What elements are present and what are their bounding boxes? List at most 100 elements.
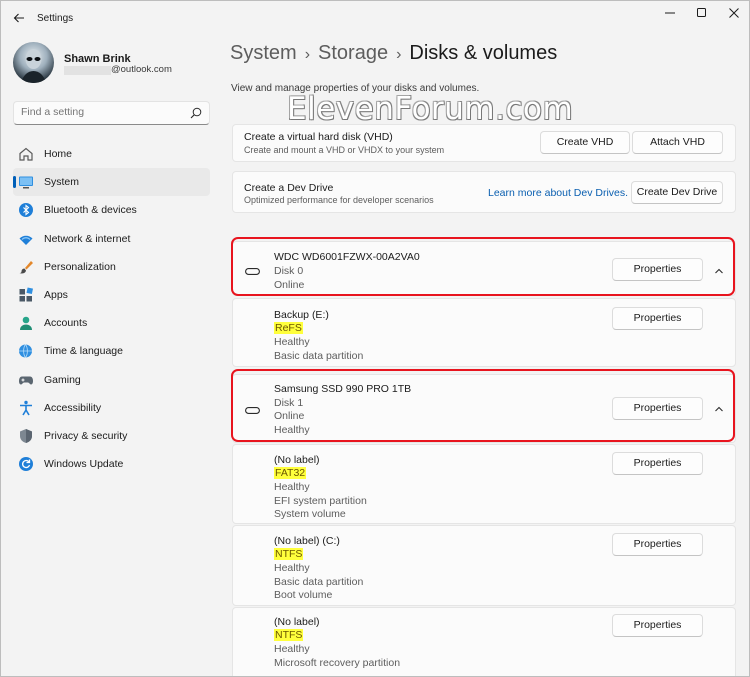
email-redaction: [64, 66, 111, 75]
search-box[interactable]: [13, 101, 210, 125]
volume-filesystem: NTFS: [274, 629, 304, 641]
title-bar: Settings: [1, 1, 749, 35]
maximize-button[interactable]: [685, 5, 719, 21]
bluetooth-icon: [18, 202, 34, 218]
volume-health: Healthy: [274, 336, 310, 348]
volume-type: Basic data partition: [274, 350, 364, 362]
avatar: [13, 42, 54, 83]
breadcrumb: System › Storage › Disks & volumes: [230, 42, 557, 65]
accounts-icon: [18, 315, 34, 331]
sidebar-item-gaming[interactable]: Gaming: [13, 366, 210, 394]
update-icon: [18, 456, 34, 472]
sidebar-item-privacy-security[interactable]: Privacy & security: [13, 422, 210, 450]
sidebar-item-label: Privacy & security: [44, 429, 128, 442]
search-icon[interactable]: [190, 107, 202, 122]
volume-properties-button[interactable]: Properties: [612, 307, 703, 330]
active-indicator: [13, 176, 16, 189]
network-icon: [18, 231, 34, 247]
watermark: ElevenForum.com: [287, 91, 574, 127]
breadcrumb-separator: ›: [304, 46, 311, 63]
sidebar-item-windows-update[interactable]: Windows Update: [13, 450, 210, 478]
sidebar-item-home[interactable]: Home: [13, 140, 210, 168]
gamepad-icon: [18, 372, 34, 388]
back-arrow-icon[interactable]: [12, 11, 26, 25]
minimize-button[interactable]: [653, 5, 687, 21]
filesystem-highlight: FAT32: [274, 467, 307, 479]
sidebar-item-label: Network & internet: [44, 232, 131, 245]
annotation-box-disk-0: [231, 237, 735, 296]
sidebar-item-apps[interactable]: Apps: [13, 281, 210, 309]
vhd-card: Create a virtual hard disk (VHD) Create …: [232, 124, 736, 162]
annotation-box-disk-1: [231, 369, 735, 442]
system-icon: [18, 174, 34, 190]
sidebar-item-label: Time & language: [44, 345, 123, 358]
page-title: Disks & volumes: [409, 42, 558, 64]
sidebar-item-label: Gaming: [44, 373, 81, 386]
volume-label: (No label): [274, 454, 320, 466]
filesystem-highlight: NTFS: [274, 548, 304, 560]
user-email: @outlook.com: [111, 64, 172, 75]
breadcrumb-system[interactable]: System: [230, 42, 297, 64]
volume-health: Healthy: [274, 562, 310, 574]
filesystem-highlight: ReFS: [274, 322, 303, 334]
volume-recovery: (No label) NTFS Healthy Microsoft recove…: [232, 607, 736, 676]
create-vhd-button[interactable]: Create VHD: [540, 131, 630, 154]
volume-properties-button[interactable]: Properties: [612, 614, 703, 637]
volume-filesystem: FAT32: [274, 467, 307, 479]
sidebar-item-accounts[interactable]: Accounts: [13, 309, 210, 337]
sidebar-nav: Home System Bluetooth & devices Network …: [13, 140, 210, 478]
volume-c: (No label) (C:) NTFS Healthy Basic data …: [232, 525, 736, 606]
volume-properties-button[interactable]: Properties: [612, 452, 703, 475]
vhd-subtitle: Create and mount a VHD or VHDX to your s…: [244, 145, 445, 155]
volume-backup-e: Backup (E:) ReFS Healthy Basic data part…: [232, 298, 736, 367]
apps-icon: [18, 287, 34, 303]
sidebar-item-accessibility[interactable]: Accessibility: [13, 394, 210, 422]
volume-role: System volume: [274, 508, 346, 520]
shield-icon: [18, 428, 34, 444]
sidebar-item-label: Bluetooth & devices: [44, 204, 137, 217]
sidebar-item-label: Personalization: [44, 260, 116, 273]
sidebar-item-network[interactable]: Network & internet: [13, 225, 210, 253]
sidebar-item-personalization[interactable]: Personalization: [13, 253, 210, 281]
volume-type: EFI system partition: [274, 495, 367, 507]
learn-more-dev-drives-link[interactable]: Learn more about Dev Drives.: [488, 187, 628, 199]
sidebar-item-label: System: [44, 176, 80, 189]
sidebar-item-label: Accessibility: [44, 401, 102, 414]
app-title: Settings: [37, 13, 74, 24]
sidebar-item-label: Apps: [44, 288, 68, 301]
filesystem-highlight: NTFS: [274, 629, 304, 641]
attach-vhd-button[interactable]: Attach VHD: [632, 131, 723, 154]
volume-type: Microsoft recovery partition: [274, 657, 401, 669]
volume-role: Boot volume: [274, 589, 333, 601]
settings-window: Settings Shawn Brink @outlook.com Find a…: [0, 0, 750, 677]
vhd-title: Create a virtual hard disk (VHD): [244, 131, 393, 143]
globe-clock-icon: [18, 343, 34, 359]
volume-label: (No label): [274, 616, 320, 628]
volume-filesystem: NTFS: [274, 548, 304, 560]
brush-icon: [18, 259, 34, 275]
volume-efi: (No label) FAT32 Healthy EFI system part…: [232, 444, 736, 524]
home-icon: [18, 146, 34, 162]
sidebar-item-bluetooth[interactable]: Bluetooth & devices: [13, 196, 210, 224]
search-input[interactable]: [21, 106, 181, 118]
volume-label: Backup (E:): [274, 309, 329, 321]
volume-health: Healthy: [274, 481, 310, 493]
sidebar-item-system[interactable]: System: [13, 168, 210, 197]
volume-properties-button[interactable]: Properties: [612, 533, 703, 556]
dev-drive-title: Create a Dev Drive: [244, 182, 334, 194]
volume-health: Healthy: [274, 643, 310, 655]
breadcrumb-separator: ›: [396, 46, 402, 63]
sidebar-item-time-language[interactable]: Time & language: [13, 337, 210, 365]
dev-drive-subtitle: Optimized performance for developer scen…: [244, 195, 434, 205]
volume-filesystem: ReFS: [274, 322, 303, 334]
breadcrumb-storage[interactable]: Storage: [318, 42, 388, 64]
sidebar-item-label: Accounts: [44, 317, 88, 330]
accessibility-icon: [18, 400, 34, 416]
dev-drive-card: Create a Dev Drive Optimized performance…: [232, 171, 736, 213]
volume-type: Basic data partition: [274, 576, 364, 588]
sidebar-item-label: Home: [44, 148, 73, 160]
create-dev-drive-button[interactable]: Create Dev Drive: [631, 181, 723, 204]
sidebar-item-label: Windows Update: [44, 458, 124, 471]
volume-label: (No label) (C:): [274, 535, 340, 547]
close-button[interactable]: [717, 5, 749, 21]
